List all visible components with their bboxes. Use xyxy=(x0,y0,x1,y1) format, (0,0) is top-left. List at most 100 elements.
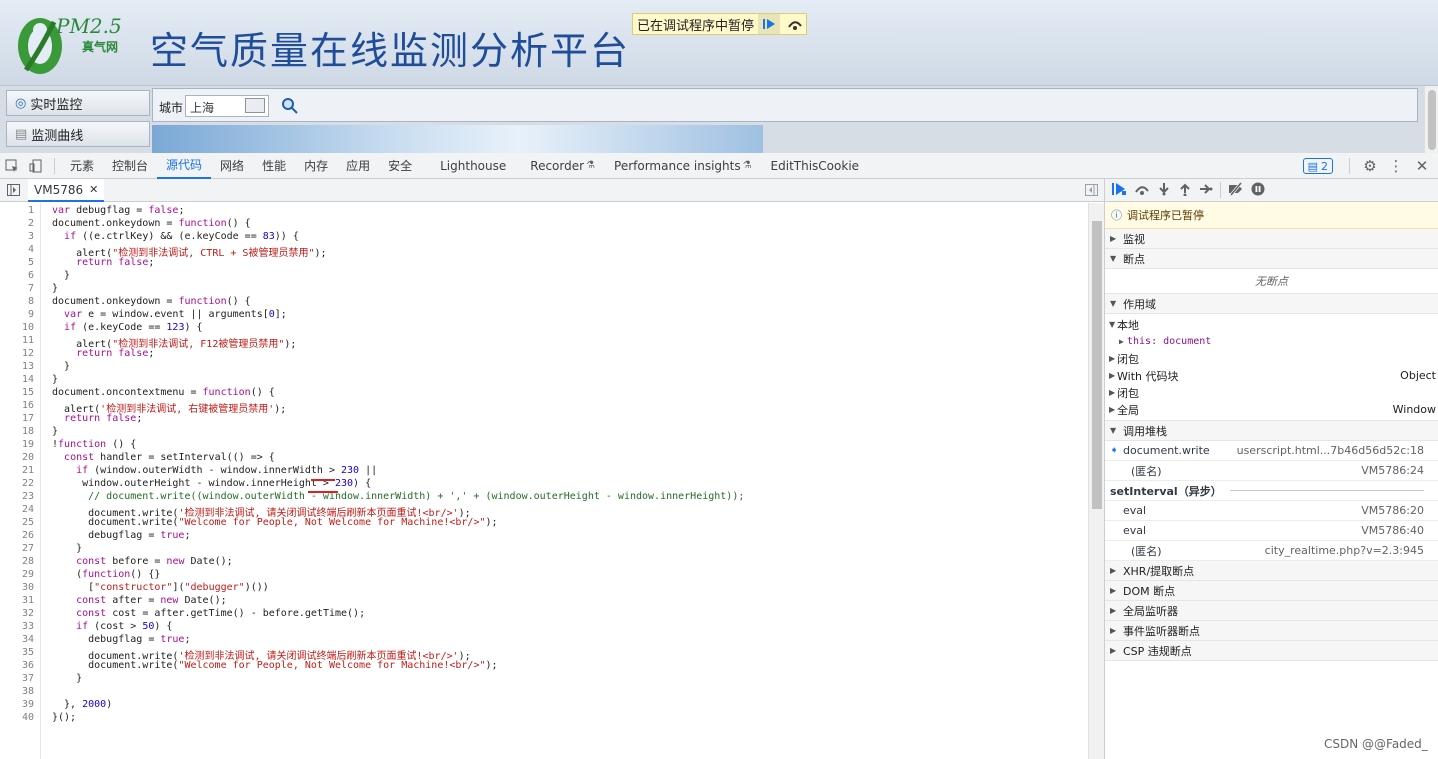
scope-global[interactable]: ▶ 全局 Window xyxy=(1109,401,1438,418)
tab-editthiscookie[interactable]: EditThisCookie xyxy=(762,153,869,179)
line-number[interactable]: 38 xyxy=(0,686,34,697)
line-number[interactable]: 25 xyxy=(0,517,34,528)
tab-performance[interactable]: 性能 xyxy=(253,153,295,179)
scope-local[interactable]: ▼ 本地 xyxy=(1109,316,1438,333)
line-number[interactable]: 35 xyxy=(0,647,34,658)
line-number[interactable]: 27 xyxy=(0,543,34,554)
section-watch[interactable]: ▶ 监视 xyxy=(1105,229,1438,249)
line-number[interactable]: 28 xyxy=(0,556,34,567)
line-number[interactable]: 20 xyxy=(0,452,34,463)
section-event-listener-breakpoints[interactable]: ▶ 事件监听器断点 xyxy=(1105,621,1438,641)
line-number[interactable]: 15 xyxy=(0,387,34,398)
step-out-icon[interactable] xyxy=(1178,182,1192,199)
line-number[interactable]: 7 xyxy=(0,283,34,294)
toggle-debugger-icon[interactable] xyxy=(1085,184,1098,199)
code-scrollbar[interactable] xyxy=(1088,203,1104,759)
line-number[interactable]: 10 xyxy=(0,322,34,333)
inspect-element-icon[interactable] xyxy=(0,154,24,178)
line-number[interactable]: 6 xyxy=(0,270,34,281)
file-tab[interactable]: VM5786 ✕ xyxy=(28,179,105,202)
step-icon[interactable] xyxy=(1199,182,1213,199)
line-number[interactable]: 17 xyxy=(0,413,34,424)
toggle-navigator-icon[interactable] xyxy=(7,184,20,199)
line-number[interactable]: 18 xyxy=(0,426,34,437)
line-number[interactable]: 3 xyxy=(0,231,34,242)
scope-closure[interactable]: ▶ 闭包 xyxy=(1109,384,1438,401)
device-toolbar-icon[interactable] xyxy=(24,154,48,178)
tab-security[interactable]: 安全 xyxy=(379,153,421,179)
line-number[interactable]: 11 xyxy=(0,335,34,346)
code-editor[interactable]: 1 var debugflag = false; 2 document.onkeydo… xyxy=(0,203,1088,759)
section-breakpoints[interactable]: ▼ 断点 xyxy=(1105,249,1438,269)
frame-location: VM5786:20 xyxy=(1361,504,1424,517)
line-number[interactable]: 1 xyxy=(0,205,34,216)
scope-with[interactable]: ▶ With 代码块 Object xyxy=(1109,367,1438,384)
nav-curve-button[interactable]: ▤ 监测曲线 xyxy=(6,121,150,147)
line-number[interactable]: 37 xyxy=(0,673,34,684)
line-number[interactable]: 33 xyxy=(0,621,34,632)
line-number[interactable]: 8 xyxy=(0,296,34,307)
section-csp-breakpoints[interactable]: ▶ CSP 违规断点 xyxy=(1105,641,1438,661)
tab-memory[interactable]: 内存 xyxy=(295,153,337,179)
line-number[interactable]: 40 xyxy=(0,712,34,723)
callstack-frame[interactable]: eval VM5786:40 xyxy=(1105,521,1438,541)
more-options-icon[interactable]: ⋮ xyxy=(1384,154,1408,178)
resume-icon[interactable] xyxy=(1111,182,1127,199)
line-number[interactable]: 29 xyxy=(0,569,34,580)
section-xhr-breakpoints[interactable]: ▶ XHR/提取断点 xyxy=(1105,561,1438,581)
line-number[interactable]: 31 xyxy=(0,595,34,606)
close-icon[interactable]: ✕ xyxy=(1410,154,1434,178)
search-icon[interactable] xyxy=(281,97,299,115)
resume-button[interactable] xyxy=(758,14,781,34)
line-number[interactable]: 2 xyxy=(0,218,34,229)
close-tab-icon[interactable]: ✕ xyxy=(89,183,98,196)
line-number[interactable]: 13 xyxy=(0,361,34,372)
line-number[interactable]: 32 xyxy=(0,608,34,619)
scope-this[interactable]: ▶ this: document xyxy=(1109,333,1438,350)
section-callstack[interactable]: ▼ 调用堆栈 xyxy=(1105,421,1438,441)
tab-console[interactable]: 控制台 xyxy=(103,153,157,179)
settings-gear-icon[interactable]: ⚙ xyxy=(1358,154,1382,178)
issues-badge[interactable]: ▤ 2 xyxy=(1302,158,1333,174)
line-number[interactable]: 19 xyxy=(0,439,34,450)
tab-recorder[interactable]: Recorder xyxy=(521,153,586,179)
scope-closure[interactable]: ▶ 闭包 xyxy=(1109,350,1438,367)
line-number[interactable]: 21 xyxy=(0,465,34,476)
line-number[interactable]: 14 xyxy=(0,374,34,385)
tab-lighthouse[interactable]: Lighthouse xyxy=(431,153,515,179)
line-number[interactable]: 5 xyxy=(0,257,34,268)
tab-elements[interactable]: 元素 xyxy=(61,153,103,179)
line-number[interactable]: 12 xyxy=(0,348,34,359)
line-number[interactable]: 34 xyxy=(0,634,34,645)
deactivate-breakpoints-icon[interactable] xyxy=(1228,181,1244,199)
code-line: document.onkeydown = function() { xyxy=(52,218,251,229)
step-over-icon[interactable] xyxy=(1134,182,1150,199)
step-over-button[interactable] xyxy=(784,14,806,34)
line-number[interactable]: 23 xyxy=(0,491,34,502)
page-scrollbar[interactable] xyxy=(1424,86,1438,153)
line-number[interactable]: 22 xyxy=(0,478,34,489)
line-number[interactable]: 36 xyxy=(0,660,34,671)
section-dom-breakpoints[interactable]: ▶ DOM 断点 xyxy=(1105,581,1438,601)
line-number[interactable]: 26 xyxy=(0,530,34,541)
pause-on-exceptions-icon[interactable] xyxy=(1251,182,1265,199)
section-global-listeners[interactable]: ▶ 全局监听器 xyxy=(1105,601,1438,621)
city-picker-icon[interactable] xyxy=(245,98,265,113)
line-number[interactable]: 16 xyxy=(0,400,34,411)
tab-sources[interactable]: 源代码 xyxy=(157,153,212,179)
section-scope[interactable]: ▼ 作用域 xyxy=(1105,294,1438,314)
step-into-icon[interactable] xyxy=(1157,182,1171,199)
line-number[interactable]: 39 xyxy=(0,699,34,710)
tab-network[interactable]: 网络 xyxy=(211,153,253,179)
callstack-frame[interactable]: eval VM5786:20 xyxy=(1105,501,1438,521)
line-number[interactable]: 24 xyxy=(0,504,34,515)
line-number[interactable]: 30 xyxy=(0,582,34,593)
tab-performance-insights[interactable]: Performance insights xyxy=(605,153,743,179)
callstack-frame[interactable]: (匿名) VM5786:24 xyxy=(1105,461,1438,481)
line-number[interactable]: 4 xyxy=(0,244,34,255)
nav-realtime-button[interactable]: ◎ 实时监控 xyxy=(6,90,150,116)
callstack-frame[interactable]: (匿名) city_realtime.php?v=2.3:945 xyxy=(1105,541,1438,561)
callstack-frame[interactable]: ➧ document.write userscript.html...7b46d56… xyxy=(1105,441,1438,461)
tab-application[interactable]: 应用 xyxy=(337,153,379,179)
line-number[interactable]: 9 xyxy=(0,309,34,320)
